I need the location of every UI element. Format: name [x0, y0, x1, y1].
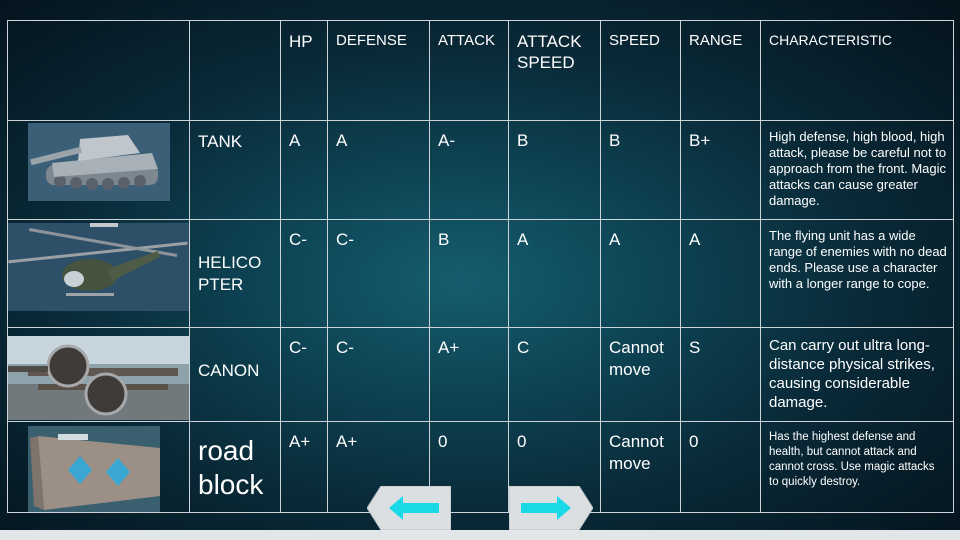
- stat-hp: C-: [280, 219, 328, 328]
- unit-row-road-block: road block A+ A+ 0 0 Cannot move 0 Has t…: [7, 421, 954, 513]
- cannon-image-cell: [7, 327, 190, 422]
- unit-characteristic: Can carry out ultra long-distance physic…: [760, 327, 954, 422]
- cannon-image: [8, 336, 189, 420]
- arrow-right-icon: [508, 485, 594, 531]
- stat-attack: A-: [429, 120, 509, 220]
- unit-row-tank: TANK A A A- B B B+ High defense, high bl…: [7, 120, 954, 220]
- prev-page-button[interactable]: [366, 485, 452, 531]
- header-name-cell: [189, 20, 281, 121]
- tank-image: [28, 123, 170, 201]
- stat-speed: A: [600, 219, 681, 328]
- stat-defense: C-: [327, 327, 430, 422]
- stat-defense: A: [327, 120, 430, 220]
- unit-name: HELICO PTER: [189, 219, 281, 328]
- tank-image-cell: [7, 120, 190, 220]
- stat-hp: A: [280, 120, 328, 220]
- header-row: HP DEFENSE ATTACK ATTACK SPEED SPEED RAN…: [7, 20, 954, 121]
- stat-speed: Cannot move: [600, 327, 681, 422]
- stat-speed: B: [600, 120, 681, 220]
- helicopter-image: [8, 223, 189, 311]
- unit-stats-table: HP DEFENSE ATTACK ATTACK SPEED SPEED RAN…: [7, 20, 954, 513]
- header-range: RANGE: [680, 20, 761, 121]
- stat-attack-speed: A: [508, 219, 601, 328]
- stat-defense: C-: [327, 219, 430, 328]
- unit-row-helicopter: HELICO PTER C- C- B A A A The flying uni…: [7, 219, 954, 328]
- unit-name: road block: [189, 421, 281, 513]
- stat-attack: B: [429, 219, 509, 328]
- arrow-left-icon: [366, 485, 452, 531]
- unit-characteristic: The flying unit has a wide range of enem…: [760, 219, 954, 328]
- header-attack: ATTACK: [429, 20, 509, 121]
- stat-attack-speed: B: [508, 120, 601, 220]
- header-characteristic: CHARACTERISTIC: [760, 20, 954, 121]
- unit-characteristic: Has the highest defense and health, but …: [760, 421, 954, 513]
- footer-bar: [0, 530, 960, 540]
- stat-range: S: [680, 327, 761, 422]
- unit-characteristic: High defense, high blood, high attack, p…: [760, 120, 954, 220]
- stat-attack-speed: C: [508, 327, 601, 422]
- header-image-cell: [7, 20, 190, 121]
- stat-range: B+: [680, 120, 761, 220]
- stat-hp: A+: [280, 421, 328, 513]
- helicopter-image-cell: [7, 219, 190, 328]
- header-attack-speed: ATTACK SPEED: [508, 20, 601, 121]
- stat-speed: Cannot move: [600, 421, 681, 513]
- header-defense: DEFENSE: [327, 20, 430, 121]
- unit-row-canon: CANON C- C- A+ C Cannot move S Can carry…: [7, 327, 954, 422]
- stat-attack: A+: [429, 327, 509, 422]
- header-speed: SPEED: [600, 20, 681, 121]
- roadblock-image: [28, 426, 160, 512]
- unit-name: TANK: [189, 120, 281, 220]
- stat-range: 0: [680, 421, 761, 513]
- roadblock-image-cell: [7, 421, 190, 513]
- stat-range: A: [680, 219, 761, 328]
- stat-hp: C-: [280, 327, 328, 422]
- header-hp: HP: [280, 20, 328, 121]
- next-page-button[interactable]: [508, 485, 594, 531]
- unit-name: CANON: [189, 327, 281, 422]
